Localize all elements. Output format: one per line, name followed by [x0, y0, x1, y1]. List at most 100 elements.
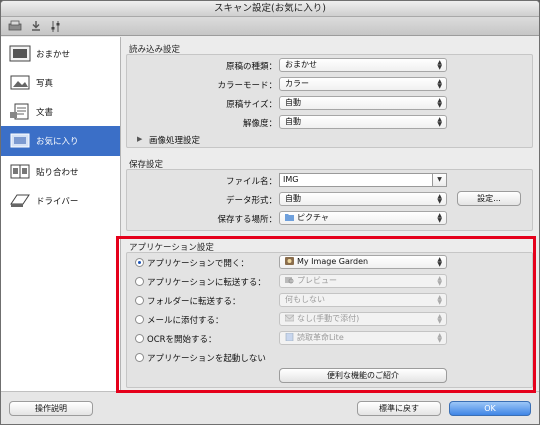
sidebar-item-label: 文書 — [36, 108, 54, 118]
resolution-select[interactable]: 自動 ▲ ▼ — [279, 115, 447, 129]
select-arrows-icon: ▲ ▼ — [437, 78, 442, 90]
sidebar-item-stitch[interactable]: 貼り合わせ — [1, 157, 120, 186]
select-arrows-icon: ▲ ▼ — [437, 313, 442, 325]
send-app-select[interactable]: プレビュー ▲ ▼ — [279, 274, 447, 288]
radio-start-ocr[interactable]: OCRを開始する： — [135, 333, 217, 345]
radio-button[interactable] — [135, 277, 144, 286]
file-name-label: ファイル名： — [225, 177, 277, 187]
format-settings-button[interactable]: 設定... — [457, 191, 521, 206]
sidebar-item-auto[interactable]: おまかせ — [1, 39, 120, 68]
resolution-label: 解像度： — [242, 119, 277, 129]
data-format-label: データ形式： — [225, 196, 277, 206]
sidebar-item-label: お気に入り — [36, 137, 79, 147]
useful-features-button[interactable]: 便利な機能のご紹介 — [279, 368, 447, 383]
radio-label: OCRを開始する： — [147, 335, 217, 345]
radio-button[interactable] — [135, 334, 144, 343]
radio-button[interactable] — [135, 296, 144, 305]
color-mode-label: カラーモード： — [217, 81, 277, 91]
file-name-dropdown-icon[interactable]: ▼ — [433, 173, 447, 187]
toolbar — [1, 17, 539, 36]
select-arrows-icon: ▲ ▼ — [437, 116, 442, 128]
mail-icon — [284, 314, 295, 322]
select-arrows-icon: ▲ ▼ — [437, 294, 442, 306]
preview-icon — [285, 276, 294, 284]
driver-icon — [9, 192, 31, 209]
select-arrows-icon: ▲ ▼ — [437, 256, 442, 268]
settings-sliders-icon[interactable] — [48, 19, 64, 33]
file-name-input[interactable]: IMG — [279, 173, 433, 187]
sidebar-item-favorites[interactable]: お気に入り — [1, 126, 120, 156]
image-processing-settings[interactable]: 画像処理設定 — [149, 134, 200, 146]
ok-button[interactable]: OK — [449, 401, 531, 416]
radio-button[interactable] — [135, 353, 144, 362]
app-settings-group: アプリケーションで開く： My Image Garden ▲ ▼ アプリケーション… — [126, 252, 533, 388]
radio-label: フォルダーに転送する： — [147, 297, 241, 307]
radio-send-to-app[interactable]: アプリケーションに転送する： — [135, 276, 266, 288]
open-app-value: My Image Garden — [297, 257, 369, 266]
radio-send-to-folder[interactable]: フォルダーに転送する： — [135, 295, 241, 307]
select-arrows-icon: ▲ ▼ — [437, 275, 442, 287]
ocr-value: 読取革命Lite — [297, 333, 344, 342]
my-image-garden-icon — [285, 257, 294, 265]
data-format-select[interactable]: 自動 ▲ ▼ — [279, 192, 447, 206]
email-value: なし(手動で添付) — [297, 314, 360, 323]
select-arrows-icon: ▲ ▼ — [437, 97, 442, 109]
save-settings-group: ファイル名： IMG ▼ データ形式： 自動 ▲ ▼ 設定... 保存する場所： … — [126, 169, 533, 231]
radio-button[interactable] — [135, 258, 144, 267]
radio-attach-to-email[interactable]: メールに添付する： — [135, 314, 224, 326]
scan-settings-group: 原稿の種類： おまかせ ▲ ▼ カラーモード： カラー ▲ ▼ 原稿サイズ： 自動 … — [126, 54, 533, 148]
stitch-icon — [9, 163, 31, 180]
sidebar-item-label: ドライバー — [36, 197, 79, 207]
open-app-select[interactable]: My Image Garden ▲ ▼ — [279, 255, 447, 269]
document-size-select[interactable]: 自動 ▲ ▼ — [279, 96, 447, 110]
document-type-value: おまかせ — [285, 60, 317, 69]
select-arrows-icon: ▲ ▼ — [437, 332, 442, 344]
radio-do-not-start-app[interactable]: アプリケーションを起動しない — [135, 352, 266, 364]
scan-settings-window: スキャン設定(お気に入り) おまかせ 写真 文書 お気に入り 貼り合わせ ドライ… — [0, 0, 540, 425]
radio-open-with-app[interactable]: アプリケーションで開く： — [135, 257, 249, 269]
document-size-label: 原稿サイズ： — [226, 100, 277, 110]
sidebar-item-driver[interactable]: ドライバー — [1, 186, 120, 215]
ocr-app-icon — [285, 332, 294, 342]
ocr-select[interactable]: 読取革命Lite ▲ ▼ — [279, 331, 447, 345]
send-folder-select[interactable]: 何もしない ▲ ▼ — [279, 293, 447, 307]
document-type-label: 原稿の種類： — [225, 62, 277, 72]
data-format-value: 自動 — [285, 194, 301, 203]
select-arrows-icon: ▲ ▼ — [437, 212, 442, 224]
download-icon[interactable] — [28, 19, 44, 33]
document-icon — [9, 103, 31, 120]
send-folder-value: 何もしない — [285, 295, 325, 304]
save-location-select[interactable]: ピクチャ ▲ ▼ — [279, 211, 447, 225]
restore-defaults-button[interactable]: 標準に戻す — [357, 401, 441, 416]
auto-scan-icon — [9, 45, 31, 62]
resolution-value: 自動 — [285, 117, 301, 126]
save-location-label: 保存する場所： — [217, 215, 277, 225]
radio-label: アプリケーションに転送する： — [147, 278, 266, 288]
radio-label: アプリケーションを起動しない — [147, 354, 266, 364]
select-arrows-icon: ▲ ▼ — [437, 59, 442, 71]
radio-label: アプリケーションで開く： — [147, 259, 249, 269]
window-title: スキャン設定(お気に入り) — [1, 1, 539, 17]
document-type-select[interactable]: おまかせ ▲ ▼ — [279, 58, 447, 72]
sidebar-item-label: おまかせ — [36, 50, 71, 60]
color-mode-value: カラー — [285, 79, 309, 88]
color-mode-select[interactable]: カラー ▲ ▼ — [279, 77, 447, 91]
radio-label: メールに添付する： — [147, 316, 224, 326]
disclosure-triangle-icon[interactable]: ▶ — [137, 135, 142, 143]
settings-panel: 読み込み設定 原稿の種類： おまかせ ▲ ▼ カラーモード： カラー ▲ ▼ 原稿サ… — [122, 37, 539, 391]
sidebar-item-document[interactable]: 文書 — [1, 97, 120, 126]
footer: 操作説明 標準に戻す OK — [1, 391, 539, 424]
folder-icon — [285, 213, 294, 221]
photo-icon — [9, 74, 31, 91]
send-app-value: プレビュー — [297, 276, 337, 285]
help-button[interactable]: 操作説明 — [9, 401, 93, 416]
sidebar-item-label: 写真 — [36, 79, 54, 89]
scanner-icon[interactable] — [7, 19, 23, 33]
sidebar: おまかせ 写真 文書 お気に入り 貼り合わせ ドライバー — [1, 37, 121, 391]
save-location-value: ピクチャ — [297, 213, 329, 222]
sidebar-item-photo[interactable]: 写真 — [1, 68, 120, 97]
select-arrows-icon: ▲ ▼ — [437, 193, 442, 205]
document-size-value: 自動 — [285, 98, 301, 107]
radio-button[interactable] — [135, 315, 144, 324]
email-select[interactable]: なし(手動で添付) ▲ ▼ — [279, 312, 447, 326]
